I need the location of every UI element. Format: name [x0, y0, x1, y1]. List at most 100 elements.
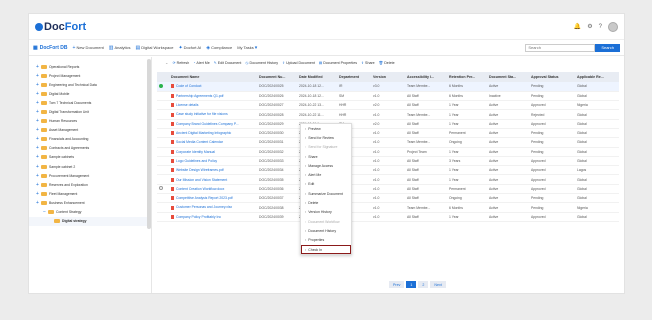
expand-plus-icon[interactable]: + — [36, 127, 39, 133]
table-row[interactable]: License details DOC/2024/0027 2024-10-22 1… — [157, 100, 619, 111]
toolbar-upload-document[interactable]: ⇧Upload Document — [282, 61, 315, 65]
expand-plus-icon[interactable]: + — [36, 118, 39, 124]
row-select-cell[interactable] — [157, 156, 169, 167]
row-select-cell[interactable] — [157, 91, 169, 102]
sidebar-item[interactable]: + Operational Reports — [29, 62, 151, 71]
row-select-cell[interactable] — [157, 174, 169, 185]
expand-plus-icon[interactable]: + — [36, 136, 39, 142]
sidebar-item[interactable]: + Tom 7 Technical Documents — [29, 98, 151, 107]
context-menu-item[interactable]: ▫ Manage Access — [301, 161, 351, 170]
table-row[interactable]: Website Design Wireframes.pdf DOC/2024/00… — [157, 165, 619, 176]
table-row[interactable]: Company Policy Profitably Inc DOC/2024/00… — [157, 212, 619, 222]
document-name-cell[interactable]: Partnership Agreements Q1.pdf — [169, 91, 257, 102]
document-name[interactable]: Code of Conduct — [176, 84, 201, 88]
sidebar-item[interactable]: + Business Enhancement — [29, 198, 151, 207]
sidebar-item[interactable]: + Digital Mobile — [29, 89, 151, 98]
sidebar-item[interactable]: + Procurement Management — [29, 171, 151, 180]
document-name-cell[interactable]: Content Creation Workflow.docx — [169, 184, 257, 195]
column-header[interactable]: Applicable Re... — [575, 72, 619, 82]
expand-plus-icon[interactable]: + — [36, 182, 39, 188]
document-name[interactable]: Content Creation Workflow.docx — [176, 187, 224, 191]
column-header[interactable]: Retention Per... — [447, 72, 487, 82]
row-select-cell[interactable] — [157, 109, 169, 120]
sidebar-item[interactable]: + Engineering and Technical Data — [29, 80, 151, 89]
table-row[interactable]: Our Mission and Vision Statement DOC/2024… — [157, 174, 619, 185]
row-checkbox[interactable] — [159, 186, 163, 191]
document-name-cell[interactable]: License details — [169, 100, 257, 111]
context-menu-item[interactable]: ▫ Document Workflow — [301, 217, 351, 226]
document-name-cell[interactable]: Our Mission and Vision Statement — [169, 174, 257, 185]
document-name[interactable]: Case study initiative for file visions — [176, 112, 228, 116]
context-menu-item[interactable]: ▫ Version History — [301, 208, 351, 217]
context-menu-item[interactable]: ▫ Summarize Document — [301, 189, 351, 198]
row-select-cell[interactable] — [157, 147, 169, 157]
sidebar-item[interactable]: + Reserves and Exploration — [29, 180, 151, 189]
context-menu-item[interactable]: ▫ Send for Review — [301, 133, 351, 142]
sidebar-item[interactable]: + Fleet Management — [29, 189, 151, 198]
sidebar-item[interactable]: Digital strategy — [29, 216, 151, 226]
toolbar-share[interactable]: ⇪Share — [361, 61, 375, 65]
expand-plus-icon[interactable]: + — [36, 64, 39, 70]
nav-my-tasks[interactable]: My Tasks ▾ — [237, 45, 257, 51]
row-select-cell[interactable] — [157, 165, 169, 176]
document-name-cell[interactable]: Corporate Identity Manual — [169, 147, 257, 157]
table-row[interactable]: Logo Guidelines and PolicyDOC/2024/00332… — [157, 156, 619, 167]
settings-icon[interactable]: ⚙ — [587, 23, 592, 30]
context-menu-item[interactable]: ▫ Check In — [301, 244, 351, 255]
nav-new-document[interactable]: + New Document — [73, 45, 104, 51]
document-name[interactable]: Logo Guidelines and Policy — [176, 159, 217, 163]
column-header[interactable]: Document Nu... — [257, 72, 297, 82]
expand-plus-icon[interactable]: + — [36, 100, 39, 106]
document-name-cell[interactable]: Code of Conduct — [169, 82, 257, 92]
sidebar-item[interactable]: + Asset Management — [29, 126, 151, 135]
docfort-logo[interactable]: Doc Fort — [35, 21, 86, 33]
expand-plus-icon[interactable]: + — [36, 200, 39, 206]
context-menu-item[interactable]: ▫ Share — [301, 152, 351, 161]
sidebar-item[interactable]: + Financials and Accounting — [29, 135, 151, 144]
row-select-cell[interactable] — [157, 82, 169, 92]
toolbar-refresh[interactable]: ⟳Refresh — [173, 61, 190, 65]
table-row[interactable]: Code of Conduct DOC/2024/0025 2024-10-18 1… — [157, 82, 619, 92]
document-name[interactable]: Social Media Content Calendar — [176, 140, 223, 144]
select-all-header[interactable] — [157, 72, 169, 82]
expand-plus-icon[interactable]: + — [36, 154, 39, 160]
document-name-cell[interactable]: Customer Personas and Journey.xlsx — [169, 202, 257, 213]
context-menu-item[interactable]: ▫ Delete — [301, 198, 351, 207]
toolbar-edit-document[interactable]: ✎Edit Document — [214, 61, 242, 65]
expand-plus-icon[interactable]: + — [36, 109, 39, 115]
document-name[interactable]: Corporate Identity Manual — [176, 150, 215, 154]
table-row[interactable]: Competitive Analysis Report 2023.pdf DOC/… — [157, 193, 619, 204]
document-name-cell[interactable]: Logo Guidelines and Policy — [169, 156, 257, 167]
table-row[interactable]: Ancient Digital Marketing Infographic DOC… — [157, 128, 619, 139]
sidebar-item[interactable]: + Human Resources — [29, 117, 151, 126]
context-menu-item[interactable]: ▫ Properties — [301, 236, 351, 245]
bell-icon[interactable]: 🔔 — [574, 23, 581, 30]
nav-digital-workspace[interactable]: ▤ Digital Workspace — [136, 45, 174, 51]
context-menu-item[interactable]: ▫ Alert Me — [301, 170, 351, 179]
row-select-cell[interactable] — [157, 202, 169, 213]
document-name[interactable]: Our Mission and Vision Statement — [176, 178, 227, 182]
column-header[interactable]: Approval Status — [529, 72, 575, 82]
search-input[interactable] — [525, 43, 596, 52]
document-name[interactable]: Company Brand Guidelines Company P... — [176, 122, 239, 126]
column-header[interactable]: Department — [337, 72, 371, 82]
expand-plus-icon[interactable]: + — [36, 145, 39, 151]
expand-plus-icon[interactable]: − — [43, 209, 46, 215]
table-row[interactable]: Case study initiative for file visions DO… — [157, 109, 619, 120]
document-name[interactable]: Partnership Agreements Q1.pdf — [176, 94, 224, 98]
context-menu-item[interactable]: ▫ Send for Signature — [301, 143, 351, 152]
row-select-cell[interactable] — [157, 119, 169, 130]
table-row[interactable]: Corporate Identity ManualDOC/2024/003220… — [157, 147, 619, 157]
sidebar-item[interactable]: − Content Strategy — [29, 208, 151, 217]
prev-page-button[interactable]: Prev — [389, 281, 405, 288]
column-header[interactable]: Date Modified — [297, 72, 337, 82]
sidebar-item[interactable]: + Contracts and Agreements — [29, 144, 151, 153]
table-row[interactable]: Company Brand Guidelines Company P... DOC… — [157, 119, 619, 130]
row-select-cell[interactable] — [157, 100, 169, 111]
row-select-cell[interactable] — [157, 193, 169, 204]
document-name-cell[interactable]: Competitive Analysis Report 2023.pdf — [169, 193, 257, 204]
expand-plus-icon[interactable]: + — [36, 82, 39, 88]
column-header[interactable]: Version — [371, 72, 405, 82]
toolbar-delete[interactable]: 🗑Delete — [379, 61, 395, 65]
search-button[interactable]: Search — [595, 43, 620, 52]
